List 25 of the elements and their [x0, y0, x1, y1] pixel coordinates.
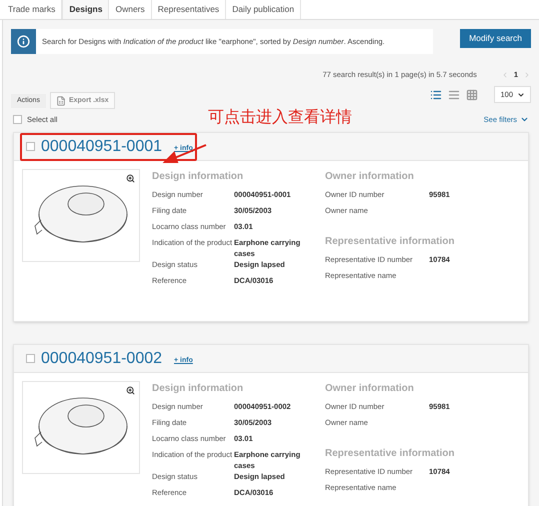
zoom-icon[interactable] — [126, 174, 135, 184]
design-image[interactable] — [22, 169, 140, 262]
design-number-link[interactable]: 000040951-0002 — [41, 346, 162, 371]
section-heading: Representative information — [325, 447, 456, 462]
design-image[interactable] — [22, 381, 140, 474]
design-number-link[interactable]: 000040951-0001 — [41, 134, 162, 159]
section-heading: Owner information — [325, 382, 415, 396]
modify-search-button[interactable]: Modify search — [460, 29, 531, 48]
next-page-icon[interactable] — [523, 70, 531, 79]
section-heading: Representative information — [325, 235, 456, 250]
zoom-icon[interactable] — [126, 386, 135, 396]
section-heading: Design information — [152, 382, 244, 396]
compact-view-icon[interactable] — [448, 88, 460, 101]
chevron-down-icon — [517, 90, 525, 99]
grid-view-icon[interactable] — [466, 88, 478, 101]
checkbox[interactable] — [13, 114, 22, 124]
checkbox[interactable] — [26, 142, 35, 152]
checkbox[interactable] — [26, 354, 35, 364]
list-view-icon[interactable] — [430, 88, 442, 101]
annotation-arrow — [160, 143, 208, 165]
annotation-text: 可点击进入查看详情 — [208, 108, 352, 128]
spreadsheet-icon — [56, 96, 66, 106]
tab[interactable]: Designs — [62, 0, 110, 19]
section-heading: Owner information — [325, 170, 415, 184]
section-heading: Design information — [152, 170, 244, 184]
